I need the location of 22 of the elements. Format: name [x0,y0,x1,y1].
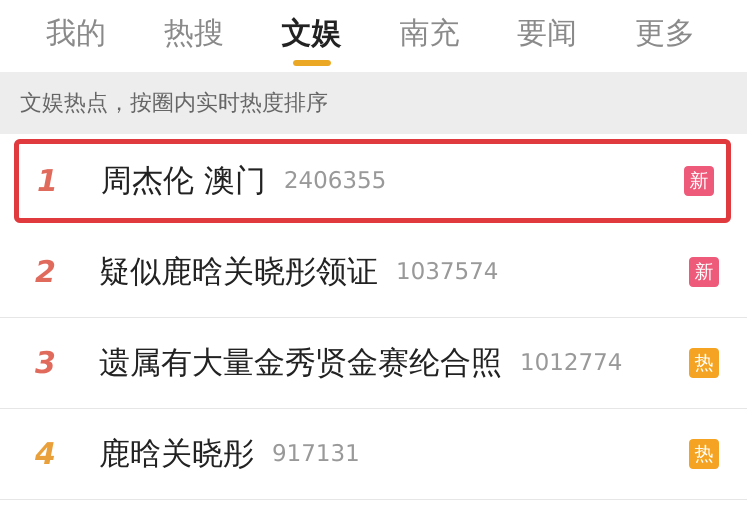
topic-title: 遗属有大量金秀贤金赛纶合照 [99,344,502,383]
new-badge: 新 [689,257,719,287]
topic-title: 鹿晗关晓彤 [99,435,254,474]
heat-count: 1012774 [520,350,622,376]
heat-count: 2406355 [284,168,386,194]
new-badge: 新 [684,166,714,196]
rank-number: 4 [35,436,57,472]
list-item[interactable]: 3 遗属有大量金秀贤金赛纶合照 1012774 热 [0,318,747,409]
rank-number: 3 [35,346,57,380]
list-item[interactable]: 4 鹿晗关晓彤 917131 热 [0,409,747,500]
heat-count: 917131 [272,441,360,467]
tab[interactable]: 文娱 [282,0,342,72]
highlighted-list-item[interactable]: 1 周杰伦 澳门 2406355 新 [14,139,731,223]
hot-badge: 热 [689,348,719,378]
topic-title: 周杰伦 澳门 [101,162,266,201]
list-description: 文娱热点，按圈内实时热度排序 [20,90,328,118]
heat-count: 1037574 [396,259,498,285]
rank-number: 2 [35,254,57,290]
hot-badge: 热 [689,439,719,469]
rank-number: 1 [37,164,59,198]
list-item[interactable]: 2 疑似鹿晗关晓彤领证 1037574 新 [0,227,747,318]
topic-title: 疑似鹿晗关晓彤领证 [99,253,378,292]
